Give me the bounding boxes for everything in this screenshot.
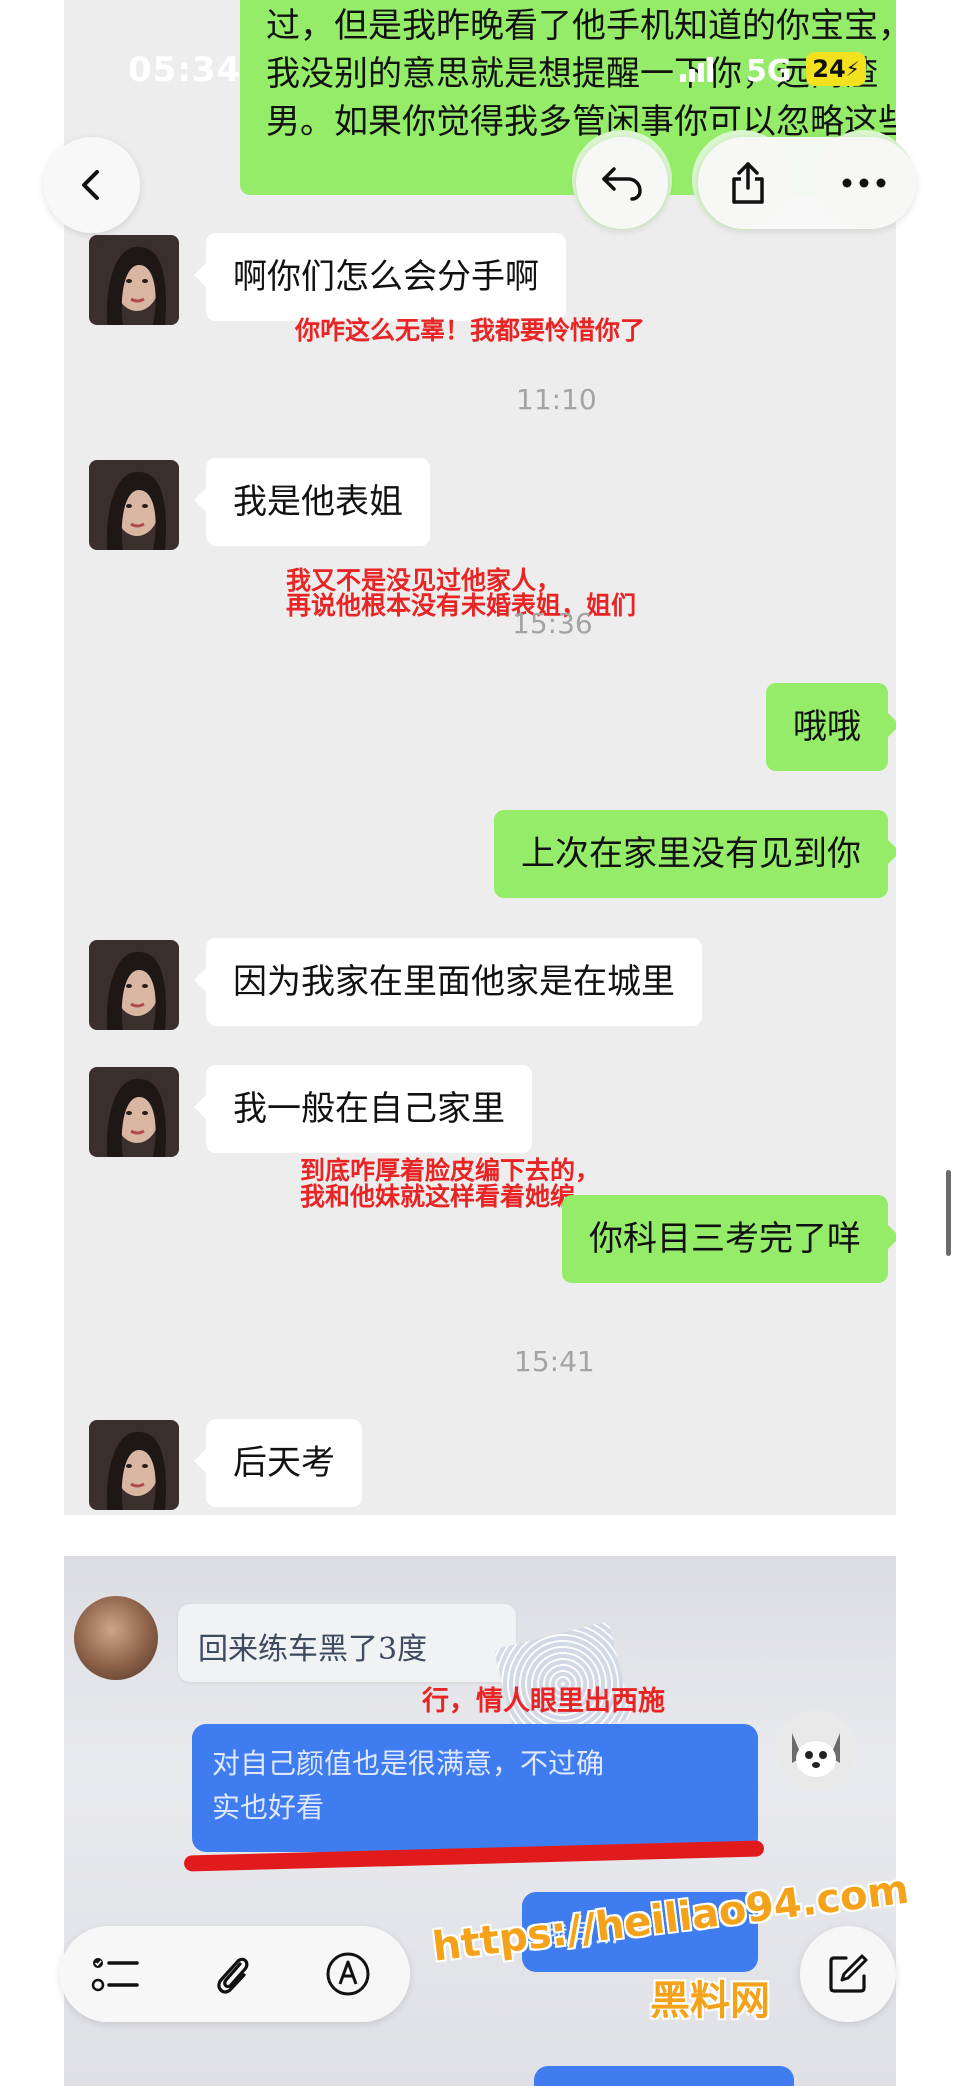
message-text: 后天考 — [233, 1443, 335, 1483]
reply-icon — [602, 167, 642, 201]
message-text: 哦哦 — [793, 707, 861, 747]
back-button[interactable] — [44, 137, 140, 233]
message-text: 我是他表姐 — [233, 482, 403, 522]
avatar[interactable] — [74, 1596, 158, 1680]
message-bubble-outgoing[interactable]: 你科目三考完了咩 — [562, 1195, 896, 1283]
pen-button[interactable] — [306, 1932, 390, 2016]
scrollbar[interactable] — [946, 1170, 951, 1256]
message-text-line: 实也好看 — [212, 1791, 325, 1824]
share-button[interactable] — [698, 137, 798, 229]
message-text-line: 对自己颜值也是很满意，不过确 — [212, 1747, 605, 1780]
more-icon — [842, 178, 886, 188]
avatar[interactable] — [89, 1067, 179, 1157]
message-bubble-outgoing[interactable]: 上次在家里没有见到你 — [494, 810, 896, 898]
charging-icon: ⚡ — [845, 57, 860, 81]
message-bubble-outgoing[interactable] — [534, 2066, 794, 2086]
status-time: 05:34 — [128, 50, 242, 90]
message-text: 我一般在自己家里 — [233, 1089, 505, 1129]
annotation-text: 行，情人眼里出西施 — [422, 1686, 665, 1717]
timestamp: 15:36 — [512, 607, 593, 640]
message-text: 对自己颜值也是很满意，不过确 实也好看 — [212, 1742, 604, 1830]
message-text: 上次在家里没有见到你 — [521, 834, 861, 874]
checklist-button[interactable] — [74, 1932, 158, 2016]
avatar[interactable] — [89, 940, 179, 1030]
reply-button[interactable] — [576, 137, 668, 229]
network-type: 5G — [746, 54, 792, 89]
attachment-button[interactable] — [190, 1932, 274, 2016]
message-text: 你科目三考完了咩 — [589, 1219, 861, 1259]
message-bubble-incoming[interactable]: 啊你们怎么会分手啊 — [194, 233, 566, 321]
action-pill — [698, 137, 916, 229]
message-bubble-outgoing[interactable]: 对自己颜值也是很满意，不过确 实也好看 — [192, 1724, 758, 1852]
annotation-text: 你咋这么无辜！我都要怜惜你了 — [295, 316, 646, 345]
message-bubble-incoming[interactable]: 因为我家在里面他家是在城里 — [194, 938, 702, 1026]
attachment-icon — [217, 1957, 249, 1994]
timestamp: 11:10 — [516, 383, 597, 416]
watermark-site-name: 黑料网 — [650, 1978, 770, 2024]
annotation-text: 到底咋厚着脸皮编下去的， — [300, 1156, 601, 1185]
annotation-text: 我和他妹就这样看着她编 — [300, 1182, 576, 1211]
avatar[interactable] — [89, 1420, 179, 1510]
avatar[interactable] — [89, 460, 179, 550]
battery-level: 24 — [812, 55, 846, 83]
checklist-icon — [91, 1958, 139, 1992]
message-bubble-incoming[interactable]: 我一般在自己家里 — [194, 1065, 532, 1153]
pen-icon — [326, 1952, 370, 1996]
share-icon — [732, 162, 764, 204]
signal-icon — [680, 56, 716, 82]
message-bubble-outgoing[interactable]: 哦哦 — [766, 683, 896, 771]
message-text: 因为我家在里面他家是在城里 — [233, 962, 675, 1002]
top-message-text: 过，但是我昨晚看了他手机知道的你宝宝，我没别的意思就是想提醒一下你，远离渣男。如… — [266, 6, 896, 142]
message-bubble-incoming[interactable]: 后天考 — [194, 1419, 362, 1507]
more-button[interactable] — [814, 137, 914, 229]
avatar[interactable] — [776, 1711, 856, 1791]
message-bubble-incoming[interactable]: 我是他表姐 — [194, 458, 430, 546]
avatar[interactable] — [89, 235, 179, 325]
message-text: 啊你们怎么会分手啊 — [233, 257, 539, 297]
message-text: 回来练车黑了3度 — [198, 1632, 428, 1667]
timestamp: 15:41 — [514, 1345, 595, 1378]
bottom-toolbar — [60, 1926, 410, 2022]
message-bubble-incoming[interactable]: 回来练车黑了3度 — [178, 1604, 516, 1682]
compose-icon — [829, 1954, 868, 1993]
back-icon — [82, 170, 99, 200]
compose-button[interactable] — [800, 1926, 896, 2022]
battery-icon: 24 ⚡ — [806, 52, 866, 86]
